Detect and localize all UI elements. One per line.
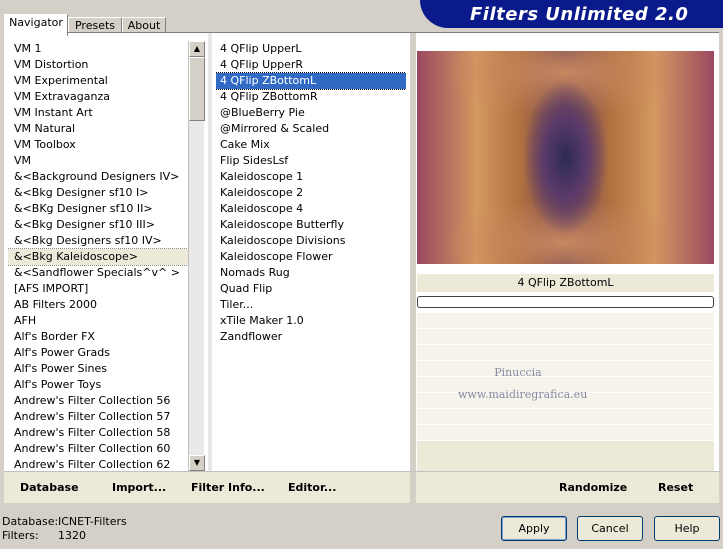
category-scrollbar[interactable]: ▲ ▼ — [188, 41, 205, 471]
help-button[interactable]: Help — [654, 516, 720, 541]
category-item[interactable]: &<BKg Designer sf10 II> — [8, 201, 188, 217]
parameter-row — [417, 313, 714, 329]
category-item[interactable]: VM Natural — [8, 121, 188, 137]
progress-bar — [417, 296, 714, 308]
filter-item[interactable]: 4 QFlip ZBottomR — [216, 89, 406, 105]
scroll-down-button[interactable]: ▼ — [189, 455, 205, 471]
import-button[interactable]: Import... — [112, 481, 166, 494]
category-item[interactable]: Andrew's Filter Collection 56 — [8, 393, 188, 409]
filter-item[interactable]: Kaleidoscope Butterfly — [216, 217, 406, 233]
filter-info-button[interactable]: Filter Info... — [191, 481, 265, 494]
category-item[interactable]: Alf's Power Grads — [8, 345, 188, 361]
category-item[interactable]: [AFS IMPORT] — [8, 281, 188, 297]
category-item[interactable]: VM Distortion — [8, 57, 188, 73]
filter-item[interactable]: Kaleidoscope Divisions — [216, 233, 406, 249]
filter-item[interactable]: 4 QFlip UpperL — [216, 41, 406, 57]
filter-item[interactable]: Tiler... — [216, 297, 406, 313]
category-list[interactable]: VM 1 VM Distortion VM Experimental VM Extra… — [8, 41, 188, 477]
filter-item[interactable]: Zandflower — [216, 329, 406, 345]
filter-item[interactable]: Flip SidesLsf — [216, 153, 406, 169]
category-item[interactable]: VM Instant Art — [8, 105, 188, 121]
filter-item[interactable]: @Mirrored & Scaled — [216, 121, 406, 137]
category-item[interactable]: &<Bkg Designer sf10 I> — [8, 185, 188, 201]
category-item[interactable]: VM — [8, 153, 188, 169]
preview-image — [417, 51, 714, 264]
scroll-up-button[interactable]: ▲ — [189, 41, 205, 57]
filter-item[interactable]: 4 QFlip ZBottomL — [216, 72, 406, 90]
category-item[interactable]: VM Experimental — [8, 73, 188, 89]
reset-button[interactable]: Reset — [658, 481, 693, 494]
filters-count: 1320 — [58, 529, 86, 542]
category-item[interactable]: &<Sandflower Specials^v^ > — [8, 265, 188, 281]
category-item[interactable]: VM Extravaganza — [8, 89, 188, 105]
category-item[interactable]: &<Bkg Kaleidoscope> — [8, 248, 188, 266]
preview-filter-name: 4 QFlip ZBottomL — [417, 274, 714, 292]
filter-item[interactable]: Nomads Rug — [216, 265, 406, 281]
tab-navigator[interactable]: Navigator — [4, 14, 68, 36]
filter-item[interactable]: xTile Maker 1.0 — [216, 313, 406, 329]
watermark-name: Pinuccia — [494, 366, 542, 379]
database-button[interactable]: Database — [20, 481, 79, 494]
filter-item[interactable]: Quad Flip — [216, 281, 406, 297]
category-item[interactable]: Alf's Power Toys — [8, 377, 188, 393]
category-item[interactable]: Andrew's Filter Collection 57 — [8, 409, 188, 425]
bottom-toolbar: Database Import... Filter Info... Editor… — [4, 471, 719, 504]
category-item[interactable]: AFH — [8, 313, 188, 329]
scroll-thumb[interactable] — [189, 57, 205, 121]
filter-item[interactable]: @BlueBerry Pie — [216, 105, 406, 121]
filter-item[interactable]: Cake Mix — [216, 137, 406, 153]
list-divider — [208, 33, 212, 503]
randomize-button[interactable]: Randomize — [559, 481, 627, 494]
category-item[interactable]: &<Background Designers IV> — [8, 169, 188, 185]
category-item[interactable]: &<Bkg Designer sf10 III> — [8, 217, 188, 233]
filter-item[interactable]: Kaleidoscope 1 — [216, 169, 406, 185]
filters-label: Filters: — [2, 529, 39, 542]
category-item[interactable]: &<Bkg Designers sf10 IV> — [8, 233, 188, 249]
filter-list[interactable]: 4 QFlip UpperL 4 QFlip UpperR 4 QFlip ZBot… — [216, 41, 406, 477]
bottom-divider — [410, 472, 416, 504]
watermark-url: www.maidiregrafica.eu — [458, 388, 588, 401]
category-item[interactable]: Alf's Power Sines — [8, 361, 188, 377]
preview-divider — [410, 33, 416, 503]
editor-button[interactable]: Editor... — [288, 481, 336, 494]
apply-button[interactable]: Apply — [501, 516, 567, 541]
filter-item[interactable]: Kaleidoscope 2 — [216, 185, 406, 201]
category-item[interactable]: VM 1 — [8, 41, 188, 57]
parameter-row — [417, 425, 714, 441]
category-item[interactable]: Andrew's Filter Collection 60 — [8, 441, 188, 457]
watermark: Pinuccia www.maidiregrafica.eu — [458, 362, 588, 406]
category-item[interactable]: Andrew's Filter Collection 58 — [8, 425, 188, 441]
app-title: Filters Unlimited 2.0 — [470, 4, 689, 25]
status-area: Database: ICNET-Filters Filters: 1320 — [2, 515, 127, 543]
category-item[interactable]: AB Filters 2000 — [8, 297, 188, 313]
parameter-row — [417, 409, 714, 425]
filter-item[interactable]: 4 QFlip UpperR — [216, 57, 406, 73]
parameter-row — [417, 345, 714, 361]
database-value: ICNET-Filters — [58, 515, 127, 528]
database-label: Database: — [2, 515, 59, 528]
filter-item[interactable]: Kaleidoscope Flower — [216, 249, 406, 265]
filter-item[interactable]: Kaleidoscope 4 — [216, 201, 406, 217]
category-item[interactable]: Alf's Border FX — [8, 329, 188, 345]
main-panel: VM 1 VM Distortion VM Experimental VM Extra… — [4, 33, 719, 503]
parameter-row — [417, 329, 714, 345]
cancel-button[interactable]: Cancel — [577, 516, 643, 541]
category-item[interactable]: VM Toolbox — [8, 137, 188, 153]
